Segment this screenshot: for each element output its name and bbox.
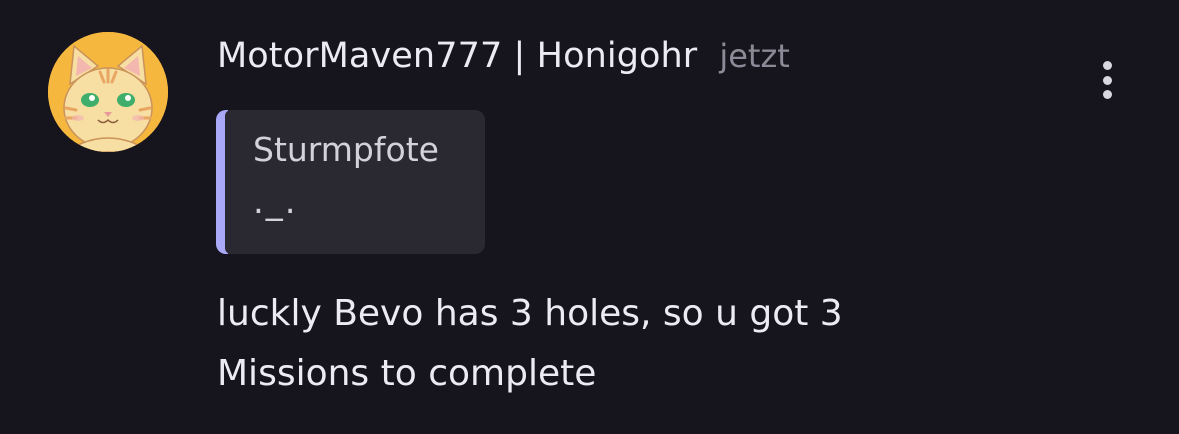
more-options-button[interactable] xyxy=(1088,56,1126,104)
quote-text: ._. xyxy=(253,182,298,222)
timestamp: jetzt xyxy=(719,37,790,75)
reply-quote[interactable]: Sturmpfote ._. xyxy=(216,110,485,254)
message-line: Missions to complete xyxy=(217,353,597,394)
avatar[interactable] xyxy=(48,32,168,152)
menu-dot xyxy=(1102,61,1112,70)
cat-avatar-icon xyxy=(48,32,168,152)
message-line: luckly Bevo has 3 holes, so u got 3 xyxy=(217,293,843,334)
menu-dot xyxy=(1102,90,1112,99)
author-name[interactable]: MotorMaven777 | Honigohr xyxy=(217,36,697,76)
comment-header: MotorMaven777 | Honigohr jetzt xyxy=(217,36,790,80)
quote-author: Sturmpfote xyxy=(253,130,439,169)
menu-dot xyxy=(1102,75,1112,85)
comment-message: luckly Bevo has 3 holes, so u got 3 Miss… xyxy=(217,284,1017,404)
